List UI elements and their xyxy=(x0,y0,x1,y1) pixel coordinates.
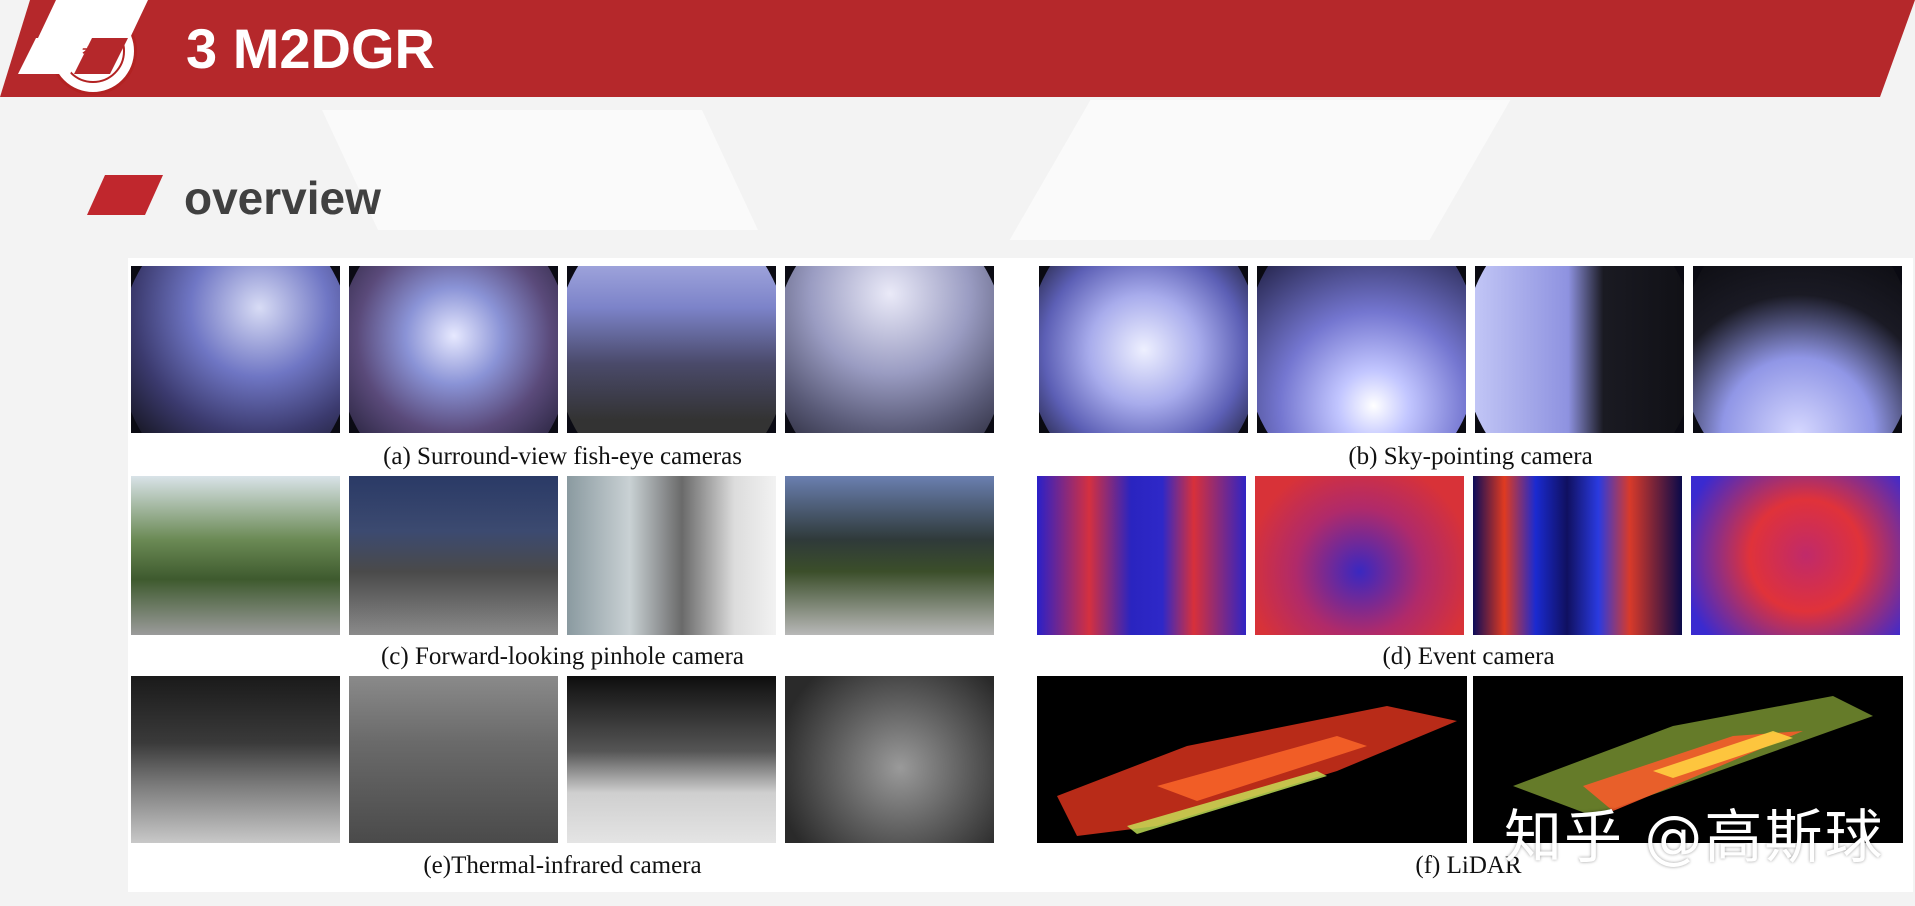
lidar-pointcloud-1 xyxy=(1057,706,1457,836)
pinhole-image-1 xyxy=(131,476,340,635)
watermark-text: 知乎 @高斯球 xyxy=(1504,803,1885,871)
sky-image-2 xyxy=(1257,266,1466,433)
sky-image-1 xyxy=(1039,266,1248,433)
section-title: overview xyxy=(184,172,381,224)
thermal-image-1 xyxy=(131,676,340,843)
pinhole-image-4 xyxy=(785,476,994,635)
caption-c: (c) Forward-looking pinhole camera xyxy=(380,643,745,670)
caption-e: (e)Thermal-infrared camera xyxy=(423,852,702,879)
pinhole-image-2 xyxy=(349,476,558,635)
caption-d: (d) Event camera xyxy=(1382,643,1555,670)
background-facet xyxy=(322,110,758,230)
thermal-image-4 xyxy=(785,676,994,843)
header-bar: 交大 3 M2DGR xyxy=(0,0,1915,97)
fisheye-image-2 xyxy=(349,266,558,433)
fisheye-image-3 xyxy=(567,266,776,433)
fisheye-image-1 xyxy=(131,266,340,433)
background-facet xyxy=(1009,100,1511,240)
pinhole-image-3 xyxy=(567,476,776,635)
event-image-3 xyxy=(1473,476,1682,635)
caption-a: (a) Surround-view fish-eye cameras xyxy=(383,443,742,470)
lidar-image-1 xyxy=(1037,676,1467,843)
sky-image-3 xyxy=(1475,266,1684,433)
thermal-image-3 xyxy=(567,676,776,843)
thermal-image-2 xyxy=(349,676,558,843)
fisheye-image-4 xyxy=(785,266,994,433)
event-image-1 xyxy=(1037,476,1246,635)
event-image-4 xyxy=(1691,476,1900,635)
header-decoration xyxy=(18,0,148,74)
page-title: 3 M2DGR xyxy=(186,17,435,80)
caption-b: (b) Sky-pointing camera xyxy=(1348,443,1593,470)
section-marker-icon xyxy=(87,175,163,215)
sky-image-4 xyxy=(1693,266,1902,433)
event-image-2 xyxy=(1255,476,1464,635)
